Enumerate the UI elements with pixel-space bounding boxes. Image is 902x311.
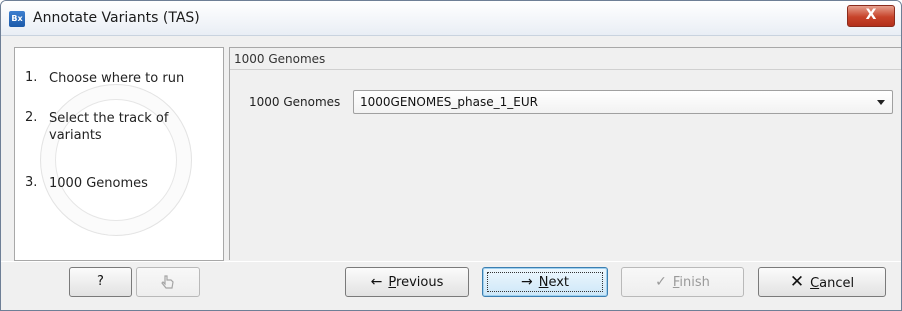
step-label: Select the track of variants	[49, 111, 169, 143]
watermark-seal-icon	[40, 84, 192, 236]
dropdown-selected-value: 1000GENOMES_phase_1_EUR	[360, 95, 538, 109]
wizard-dialog: Bx Annotate Variants (TAS) X 1. Choose wh…	[0, 0, 902, 311]
step-number: 2.	[25, 110, 38, 125]
step-item: 3. 1000 Genomes	[25, 175, 215, 192]
title-bar: Bx Annotate Variants (TAS) X	[1, 1, 901, 36]
section-title: 1000 Genomes	[234, 52, 326, 66]
step-label: Choose where to run	[49, 71, 185, 86]
cancel-mnemonic: C	[810, 276, 820, 291]
footer-divider	[1, 261, 901, 262]
genomes-field-label: 1000 Genomes	[249, 95, 341, 109]
chevron-down-icon	[877, 100, 885, 105]
focus-ring	[487, 272, 603, 292]
step-item: 1. Choose where to run	[25, 70, 215, 87]
step-item: 2. Select the track of variants	[25, 110, 215, 144]
genomes-dropdown[interactable]: 1000GENOMES_phase_1_EUR	[353, 90, 893, 114]
finish-label: inish	[679, 275, 710, 290]
checkmark-icon: ✓	[655, 274, 667, 290]
app-icon: Bx	[9, 11, 25, 27]
help-label: ?	[97, 274, 104, 289]
arrow-left-icon: ←	[370, 274, 383, 290]
previous-button[interactable]: ← Previous	[345, 267, 469, 297]
pointing-hand-icon	[161, 274, 174, 289]
step-number: 3.	[25, 175, 38, 190]
previous-label: revious	[396, 275, 444, 290]
step-label: 1000 Genomes	[49, 176, 148, 191]
wizard-content-panel: 1000 Genomes 1000 Genomes 1000GENOMES_ph…	[229, 47, 901, 260]
help-button[interactable]: ?	[69, 267, 132, 297]
x-mark-icon: ✕	[789, 272, 805, 292]
wizard-steps-panel: 1. Choose where to run 2. Select the track…	[14, 47, 224, 261]
next-button[interactable]: → Next	[482, 267, 608, 297]
cancel-button[interactable]: ✕ Cancel	[758, 267, 886, 297]
finish-button[interactable]: ✓ Finish	[621, 267, 744, 297]
section-divider	[230, 69, 901, 70]
window-title: Annotate Variants (TAS)	[33, 10, 200, 26]
step-number: 1.	[25, 70, 38, 85]
previous-mnemonic: P	[388, 275, 397, 290]
close-button[interactable]: X	[847, 5, 895, 27]
cancel-label: ancel	[819, 276, 855, 291]
reset-button[interactable]	[136, 267, 200, 297]
